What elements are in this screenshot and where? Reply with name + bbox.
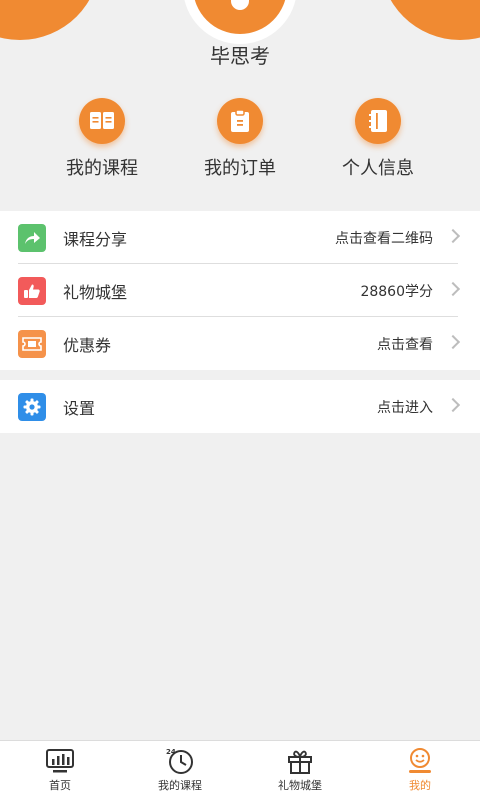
menu-item-value: 点击查看 (377, 336, 433, 353)
menu-item-gift-castle[interactable]: 礼物城堡 28860学分 (0, 264, 480, 317)
clock-24-icon: 24 (164, 747, 196, 775)
quick-action-label: 个人信息 (342, 158, 414, 179)
chevron-right-icon (445, 228, 461, 244)
menu-item-value: 点击查看二维码 (335, 230, 433, 247)
thumbs-up-icon (18, 277, 46, 305)
ticket-icon (18, 330, 46, 358)
tab-label: 我的课程 (158, 779, 202, 792)
tab-label: 我的 (409, 779, 431, 792)
tab-mine[interactable]: 我的 (360, 741, 480, 800)
tab-label: 首页 (49, 779, 71, 792)
tab-my-courses[interactable]: 24 我的课程 (120, 741, 240, 800)
menu-item-title: 课程分享 (63, 229, 128, 249)
share-arrow-icon (18, 224, 46, 252)
menu-item-title: 优惠券 (63, 335, 112, 355)
quick-action-personal-info[interactable]: 个人信息 (308, 98, 448, 180)
quick-action-label: 我的课程 (66, 158, 138, 179)
menu-item-coupon[interactable]: 优惠券 点击查看 (0, 317, 480, 370)
menu-item-title: 礼物城堡 (63, 282, 128, 302)
quick-action-my-orders[interactable]: 我的订单 (170, 98, 310, 180)
header-decor-left (0, 0, 100, 40)
tab-home[interactable]: 首页 (0, 741, 120, 800)
username: 毕思考 (210, 44, 270, 68)
menu-group-main: 课程分享 点击查看二维码 礼物城堡 28860学分 优惠券 点击查看 (0, 211, 480, 370)
bottom-tab-bar: 首页 24 我的课程 礼物城堡 我的 (0, 740, 480, 800)
menu-item-value: 点击进入 (377, 399, 433, 416)
gear-icon (18, 393, 46, 421)
quick-action-label: 我的订单 (204, 158, 276, 179)
tab-gift-castle[interactable]: 礼物城堡 (240, 741, 360, 800)
open-book-icon (79, 98, 125, 144)
smiley-profile-icon (404, 747, 436, 775)
avatar-figure-icon (231, 0, 249, 10)
gift-icon (284, 747, 316, 775)
chevron-right-icon (445, 397, 461, 413)
menu-item-settings[interactable]: 设置 点击进入 (0, 380, 480, 433)
quick-action-my-courses[interactable]: 我的课程 (32, 98, 172, 180)
menu-item-value: 28860学分 (360, 283, 433, 300)
chevron-right-icon (445, 334, 461, 350)
notebook-icon (355, 98, 401, 144)
menu-item-title: 设置 (63, 398, 96, 418)
header-decor-right (380, 0, 480, 40)
svg-text:24: 24 (166, 748, 176, 756)
monitor-chart-icon (44, 747, 76, 775)
clipboard-icon (217, 98, 263, 144)
profile-header: 毕思考 我的课程 我的订单 个人信息 (0, 0, 480, 200)
tab-label: 礼物城堡 (278, 779, 322, 792)
chevron-right-icon (445, 281, 461, 297)
menu-group-settings: 设置 点击进入 (0, 380, 480, 433)
menu-item-course-share[interactable]: 课程分享 点击查看二维码 (0, 211, 480, 264)
